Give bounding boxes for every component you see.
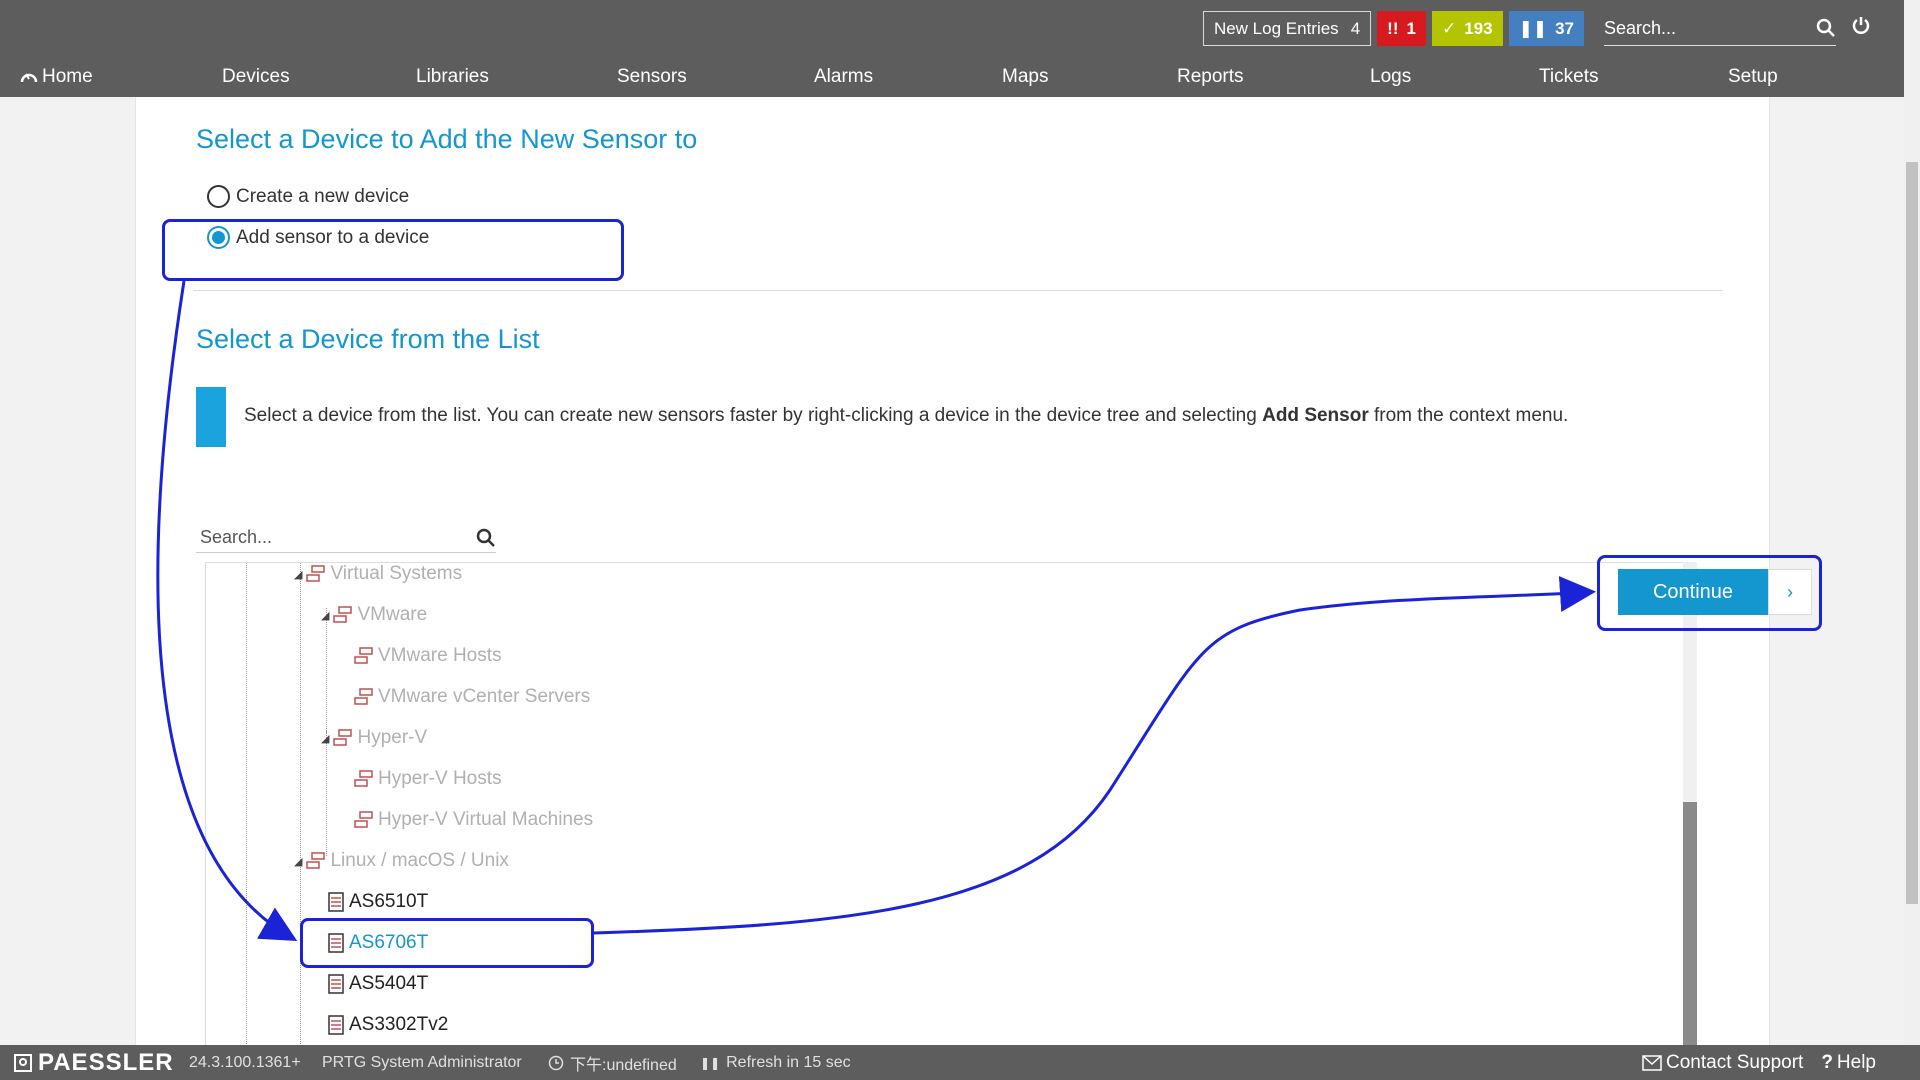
question-icon: ? — [1821, 1051, 1833, 1073]
help-label: Help — [1836, 1051, 1876, 1073]
clock-icon — [548, 1055, 564, 1070]
contact-support-link[interactable]: Contact Support — [1642, 1052, 1803, 1074]
refresh-control[interactable]: ❚❚ Refresh in 15 sec — [700, 1054, 851, 1072]
arrow-to-continue — [593, 576, 1596, 935]
time-label: 下午:undefined — [570, 1056, 677, 1074]
pause-icon[interactable]: ❚❚ — [700, 1056, 720, 1070]
footer-links: Contact Support ? Help — [1642, 1052, 1876, 1074]
brand-label: PAESSLER — [38, 1048, 174, 1076]
paessler-logo: PAESSLER — [14, 1049, 174, 1077]
arrow-to-device — [156, 280, 298, 941]
footer: PAESSLER 24.3.100.1361+ PRTG System Admi… — [0, 1045, 1920, 1080]
paessler-logo-icon — [14, 1053, 32, 1072]
mail-icon — [1642, 1054, 1662, 1071]
version-label: 24.3.100.1361+ — [189, 1053, 301, 1071]
help-link[interactable]: ? Help — [1821, 1052, 1876, 1074]
contact-support-label: Contact Support — [1666, 1051, 1804, 1073]
refresh-label: Refresh in 15 sec — [726, 1053, 851, 1071]
user-label[interactable]: PRTG System Administrator — [322, 1054, 522, 1072]
annotation-arrows — [156, 280, 1596, 941]
time-display: 下午:undefined — [548, 1051, 677, 1075]
